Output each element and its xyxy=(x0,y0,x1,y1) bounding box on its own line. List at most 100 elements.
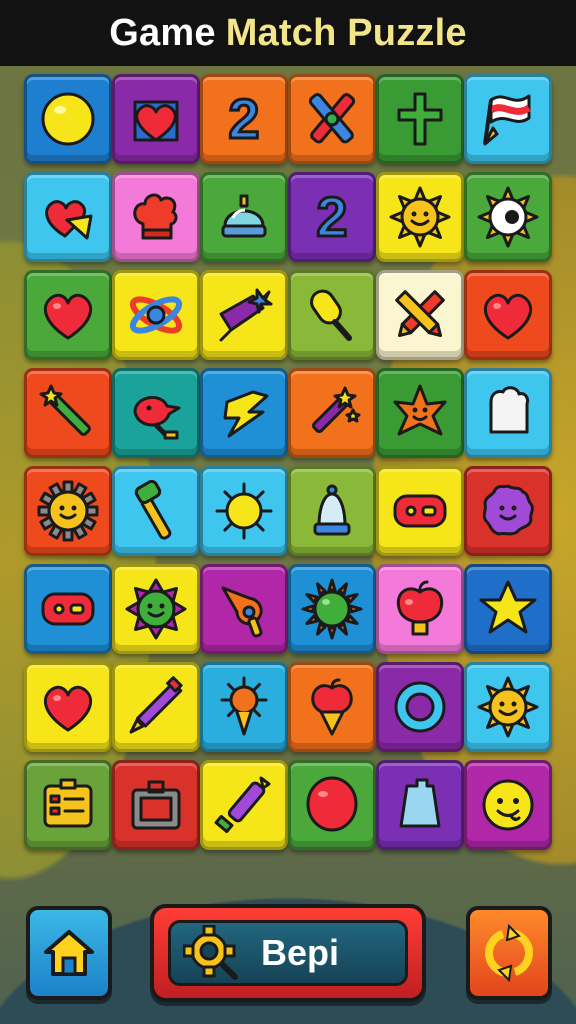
bepi-button-inner: Bepi xyxy=(168,920,408,986)
eyeball-sun-icon xyxy=(477,186,539,248)
crystal-dome-icon xyxy=(221,194,267,238)
purple-pencil-icon xyxy=(129,676,183,734)
number-2-icon: 2 xyxy=(315,184,349,250)
crossed-crayons-icon xyxy=(308,93,356,144)
yellow-ball-icon xyxy=(41,92,95,146)
white-block-icon xyxy=(489,386,529,434)
tile-r3-c2[interactable] xyxy=(112,270,200,360)
heart-cheese-icon xyxy=(45,200,93,240)
chef-hat-icon xyxy=(133,193,178,240)
tile-r4-c4[interactable] xyxy=(288,368,376,458)
home-button[interactable] xyxy=(26,906,112,1000)
tile-r2-c4[interactable]: 2 xyxy=(288,172,376,262)
tile-r6-c2[interactable] xyxy=(112,564,200,654)
home-icon xyxy=(30,910,108,996)
tile-r8-c3[interactable] xyxy=(200,760,288,850)
blue-bag-icon xyxy=(399,778,441,828)
tile-r6-c4[interactable] xyxy=(288,564,376,654)
title-bar: Game Match Puzzle xyxy=(0,0,576,66)
tile-r6-c5[interactable] xyxy=(376,564,464,654)
bepi-label: Bepi xyxy=(261,932,340,973)
ring-icon xyxy=(394,681,446,733)
red-heart-icon xyxy=(43,685,93,732)
briefcase-icon xyxy=(131,780,181,830)
tile-r8-c6[interactable] xyxy=(464,760,552,850)
bell-jar-icon xyxy=(313,484,351,536)
tile-r4-c3[interactable] xyxy=(200,368,288,458)
tile-r7-c3[interactable] xyxy=(200,662,288,752)
tile-r7-c1[interactable] xyxy=(24,662,112,752)
tile-r8-c2[interactable] xyxy=(112,760,200,850)
red-balloon-icon xyxy=(306,776,358,832)
popsicle-icon xyxy=(310,289,352,341)
tile-r3-c3[interactable] xyxy=(200,270,288,360)
tile-r5-c1[interactable] xyxy=(24,466,112,556)
tile-r6-c3[interactable] xyxy=(200,564,288,654)
heart-in-box-icon xyxy=(133,100,179,142)
tile-r2-c1[interactable] xyxy=(24,172,112,262)
yellow-bolt-icon xyxy=(223,390,269,438)
refresh-button[interactable] xyxy=(466,906,552,1000)
tile-r7-c2[interactable] xyxy=(112,662,200,752)
title-part-match-puzzle: Match Puzzle xyxy=(225,11,467,54)
tile-r5-c5[interactable] xyxy=(376,466,464,556)
hammer-icon xyxy=(134,479,172,540)
purple-crayon-icon xyxy=(214,776,271,834)
tile-r3-c4[interactable] xyxy=(288,270,376,360)
star-face-icon xyxy=(393,384,447,436)
tile-r8-c5[interactable] xyxy=(376,760,464,850)
tile-r5-c3[interactable] xyxy=(200,466,288,556)
red-heart-icon xyxy=(43,293,93,340)
tile-r8-c4[interactable] xyxy=(288,760,376,850)
puzzle-board: 22 xyxy=(24,74,552,860)
flag-icon xyxy=(483,94,531,146)
tile-number: 2 xyxy=(228,87,259,150)
refresh-icon xyxy=(470,910,548,996)
tile-r5-c4[interactable] xyxy=(288,466,376,556)
green-face-flower-icon xyxy=(125,578,187,640)
gear-search-icon xyxy=(183,925,238,980)
tile-r1-c6[interactable] xyxy=(464,74,552,164)
green-cross-icon xyxy=(397,92,443,146)
tile-r2-c3[interactable] xyxy=(200,172,288,262)
tile-r4-c1[interactable] xyxy=(24,368,112,458)
tile-r1-c5[interactable] xyxy=(376,74,464,164)
tile-r3-c5[interactable] xyxy=(376,270,464,360)
tile-r5-c6[interactable] xyxy=(464,466,552,556)
tile-r1-c3[interactable]: 2 xyxy=(200,74,288,164)
tile-r7-c4[interactable] xyxy=(288,662,376,752)
tile-number: 2 xyxy=(316,185,347,248)
magic-wand-icon xyxy=(39,384,91,436)
id-card-icon xyxy=(43,778,93,828)
tile-r5-c2[interactable] xyxy=(112,466,200,556)
tile-r2-c6[interactable] xyxy=(464,172,552,262)
tile-r2-c2[interactable] xyxy=(112,172,200,262)
red-pill-icon xyxy=(41,592,95,626)
spinning-top-icon xyxy=(219,288,273,342)
tile-r4-c6[interactable] xyxy=(464,368,552,458)
tile-r3-c1[interactable] xyxy=(24,270,112,360)
bepi-button[interactable]: Bepi xyxy=(150,904,426,1002)
apple-cone-icon xyxy=(311,678,353,736)
tile-r7-c6[interactable] xyxy=(464,662,552,752)
tile-r2-c5[interactable] xyxy=(376,172,464,262)
smiling-sun-icon xyxy=(477,676,539,738)
crossed-pencils-icon xyxy=(395,290,445,338)
tile-r6-c6[interactable] xyxy=(464,564,552,654)
yellow-star-icon xyxy=(479,580,537,634)
tile-r1-c4[interactable] xyxy=(288,74,376,164)
green-sun-icon xyxy=(301,578,363,640)
tile-r4-c5[interactable] xyxy=(376,368,464,458)
tile-r7-c5[interactable] xyxy=(376,662,464,752)
smiley-face-icon xyxy=(482,779,534,831)
tile-r4-c2[interactable] xyxy=(112,368,200,458)
title-part-game: Game xyxy=(109,11,216,54)
sun-face-icon xyxy=(37,480,99,542)
tile-r1-c2[interactable] xyxy=(112,74,200,164)
tile-r3-c6[interactable] xyxy=(464,270,552,360)
tile-r1-c1[interactable] xyxy=(24,74,112,164)
tile-r8-c1[interactable] xyxy=(24,760,112,850)
apple-bulb-icon xyxy=(396,580,444,636)
tile-r6-c1[interactable] xyxy=(24,564,112,654)
red-bird-icon xyxy=(133,396,181,440)
